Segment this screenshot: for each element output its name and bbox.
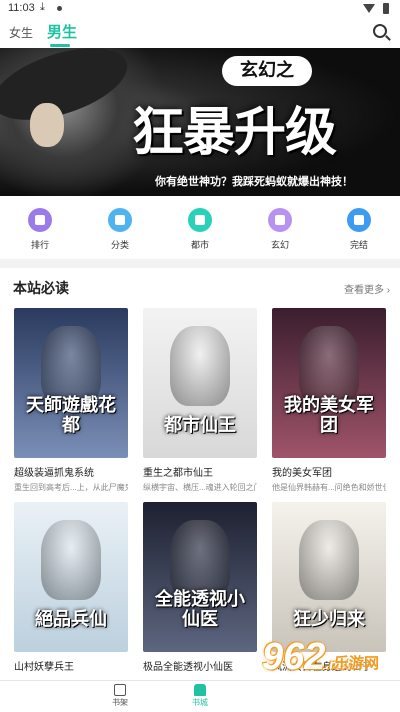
- crown-icon: [268, 208, 292, 232]
- cover-title-art: 都市仙王: [164, 415, 236, 437]
- promo-banner[interactable]: 玄幻之 狂暴升级 你有绝世神功？我踩死蚂蚁就爆出神技！: [0, 48, 400, 196]
- book-card[interactable]: 我的美女军团 我的美女军团 他是仙界韩赫有...问绝色和娇世佳: [272, 308, 386, 493]
- book-description: 纵横宇宙、横压...魂进入轮回之门: [143, 483, 257, 492]
- cover-figure: [170, 520, 230, 600]
- book-card[interactable]: 全能透视小仙医 极品全能透视小仙医: [143, 502, 257, 673]
- banner-title: 狂暴升级: [132, 102, 337, 163]
- section-title: 本站必读: [13, 280, 69, 296]
- category-label: 玄幻: [270, 240, 289, 250]
- hero-face-shape: [30, 103, 64, 147]
- category-completed[interactable]: 完结: [334, 208, 384, 251]
- book-cover[interactable]: 絕品兵仙: [14, 502, 128, 652]
- nav-label: 书城: [192, 698, 208, 707]
- nav-bookstore[interactable]: 书城: [180, 684, 220, 708]
- bookstore-icon: [194, 684, 206, 696]
- category-icon: [108, 208, 132, 232]
- battery-icon: [383, 3, 389, 14]
- book-stack-icon: [347, 208, 371, 232]
- book-cover[interactable]: 都市仙王: [143, 308, 257, 458]
- book-cover[interactable]: 全能透视小仙医: [143, 502, 257, 652]
- banner-subtitle: 你有绝世神功？我踩死蚂蚁就爆出神技！: [155, 176, 353, 188]
- category-urban[interactable]: 都市: [175, 208, 225, 251]
- banner-pager: [185, 188, 225, 194]
- cover-figure: [299, 326, 359, 406]
- book-description: 重生回到高考后...上，从此尸魔鬼: [14, 483, 128, 492]
- hero-hat-shape: [0, 48, 136, 135]
- bookshelf-icon: [114, 684, 126, 696]
- book-title[interactable]: 我的美女军团: [272, 464, 386, 479]
- nav-label: 书架: [112, 698, 128, 707]
- book-card[interactable]: 都市仙王 重生之都市仙王 纵横宇宙、横压...魂进入轮回之门: [143, 308, 257, 493]
- must-read-section: 本站必读 查看更多 › 天師遊戲花都 超级装逼抓鬼系统 重生回到高考后...上，…: [0, 268, 400, 680]
- search-icon[interactable]: [373, 24, 387, 38]
- book-title[interactable]: 重生之都市仙王: [143, 464, 257, 479]
- book-cover[interactable]: 我的美女军团: [272, 308, 386, 458]
- cover-title-art: 絕品兵仙: [35, 609, 107, 631]
- book-title[interactable]: 超级装逼抓鬼系统: [14, 464, 128, 479]
- active-tab-indicator: [50, 44, 70, 47]
- cover-title-art: 狂少归来: [293, 609, 365, 631]
- category-label: 都市: [190, 240, 209, 250]
- status-bar: 11:03 ⤓: [0, 0, 400, 18]
- cover-figure: [170, 326, 230, 406]
- category-row: 排行 分类 都市 玄幻 完结: [0, 196, 400, 259]
- book-title[interactable]: 极品全能透视小仙医: [143, 658, 257, 673]
- category-label: 分类: [110, 240, 129, 250]
- tab-female[interactable]: 女生: [9, 24, 33, 41]
- cover-title-art: 我的美女军团: [284, 395, 374, 437]
- notification-dot-icon: [57, 6, 62, 11]
- cover-figure: [41, 520, 101, 600]
- book-cover[interactable]: 狂少归来: [272, 502, 386, 652]
- banner-tag: 玄幻之: [222, 56, 312, 86]
- category-label: 完结: [349, 240, 368, 250]
- cover-figure: [299, 520, 359, 600]
- category-ranking[interactable]: 排行: [15, 208, 65, 251]
- cover-figure: [41, 326, 101, 406]
- medal-icon: [28, 208, 52, 232]
- see-more-link[interactable]: 查看更多 ›: [344, 281, 390, 296]
- bottom-nav: 书架 书城: [0, 680, 400, 712]
- nav-bookshelf[interactable]: 书架: [100, 684, 140, 708]
- watermark-text: 乐游网: [334, 655, 380, 672]
- book-card[interactable]: 天師遊戲花都 超级装逼抓鬼系统 重生回到高考后...上，从此尸魔鬼: [14, 308, 128, 493]
- book-card[interactable]: 絕品兵仙 山村妖孽兵王: [14, 502, 128, 673]
- category-classify[interactable]: 分类: [95, 208, 145, 251]
- category-label: 排行: [30, 240, 49, 250]
- category-fantasy[interactable]: 玄幻: [255, 208, 305, 251]
- cover-title-art: 全能透视小仙医: [155, 589, 245, 631]
- cover-title-art: 天師遊戲花都: [26, 395, 116, 437]
- book-cover[interactable]: 天師遊戲花都: [14, 308, 128, 458]
- diamond-icon: [188, 208, 212, 232]
- book-description: 他是仙界韩赫有...问绝色和娇世佳: [272, 483, 386, 492]
- status-time: 11:03: [8, 2, 35, 14]
- tab-male[interactable]: 男生: [47, 21, 77, 42]
- book-title[interactable]: 山村妖孽兵王: [14, 658, 128, 673]
- top-tab-bar: 女生 男生: [0, 18, 400, 48]
- site-watermark: 962.net 乐游网: [262, 634, 396, 682]
- download-icon: ⤓: [40, 1, 45, 13]
- wifi-icon: [363, 4, 375, 13]
